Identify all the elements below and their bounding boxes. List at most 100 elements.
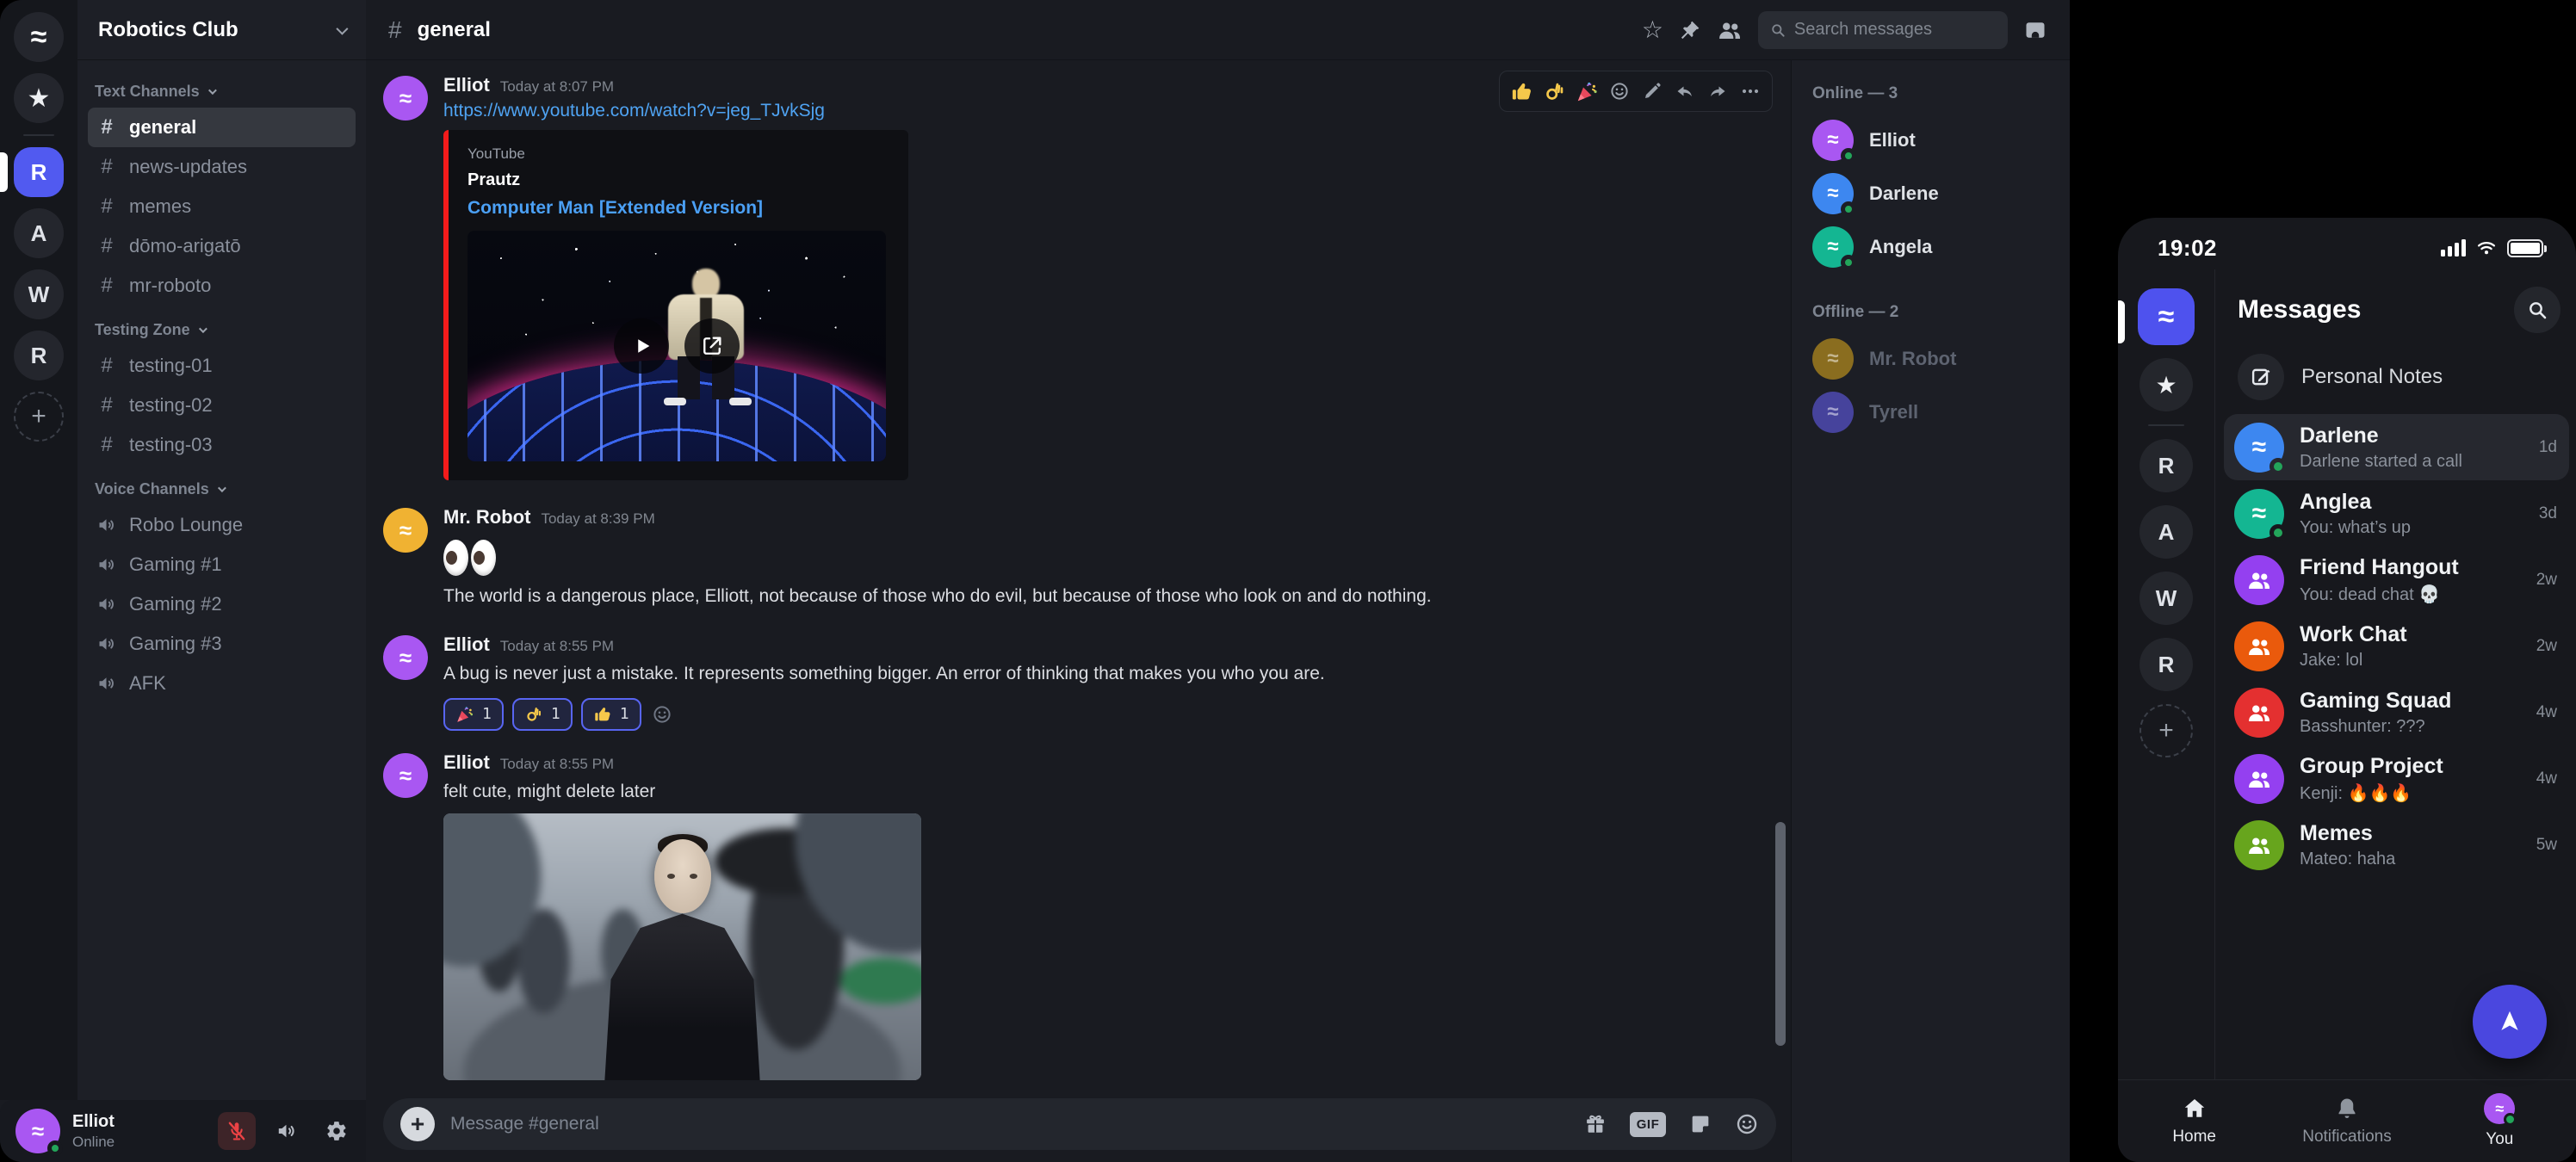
server-r2[interactable]: R: [0, 331, 77, 380]
mr-roboto[interactable]: # mr-roboto: [88, 266, 356, 306]
search-icon: [1770, 22, 1786, 39]
avatar[interactable]: ≈: [15, 1109, 60, 1153]
Robo Lounge[interactable]: Robo Lounge: [88, 505, 356, 545]
section-voice-channels[interactable]: Voice Channels: [95, 480, 349, 498]
server-w[interactable]: W: [0, 269, 77, 319]
Darlene[interactable]: ≈ Darlene: [1807, 167, 2054, 220]
favorites-button[interactable]: ★: [14, 73, 64, 123]
conversation-row[interactable]: Friend Hangout You: dead chat 💀 2w: [2224, 547, 2569, 613]
Angela[interactable]: ≈ Angela: [1807, 220, 2054, 274]
phone-server-w[interactable]: W: [2118, 572, 2214, 625]
message-author[interactable]: Elliot: [443, 634, 490, 656]
memes[interactable]: # memes: [88, 187, 356, 226]
general[interactable]: # general: [88, 108, 356, 147]
phone-server-a[interactable]: A: [2118, 505, 2214, 559]
news-updates[interactable]: # news-updates: [88, 147, 356, 187]
favorite-channel-button[interactable]: ☆: [1642, 18, 1663, 42]
tab-you[interactable]: ≈ You: [2424, 1080, 2576, 1162]
open-external-button[interactable]: [684, 318, 740, 374]
conversation-row[interactable]: Work Chat Jake: lol 2w: [2224, 613, 2569, 679]
emoji-button[interactable]: [1735, 1112, 1759, 1136]
avatar: ≈: [1812, 120, 1854, 161]
ok-hand-reaction-button[interactable]: [1538, 74, 1570, 108]
message-input[interactable]: [450, 1114, 1568, 1134]
Gaming #1[interactable]: Gaming #1: [88, 545, 356, 584]
search-input[interactable]: [1794, 20, 1996, 40]
avatar[interactable]: ≈: [383, 76, 428, 121]
home-server-button[interactable]: ≈: [14, 12, 64, 62]
testing-03[interactable]: # testing-03: [88, 425, 356, 465]
personal-notes-row[interactable]: Personal Notes: [2224, 342, 2569, 412]
reaction-pill[interactable]: 1: [581, 698, 641, 731]
forward-button[interactable]: [1701, 74, 1734, 108]
reply-button[interactable]: [1669, 74, 1701, 108]
phone-server-r2[interactable]: R: [2118, 638, 2214, 691]
Mr. Robot[interactable]: ≈ Mr. Robot: [1807, 332, 2054, 386]
chat-scrollbar[interactable]: [1775, 822, 1786, 1046]
search-button[interactable]: [2514, 287, 2561, 333]
server-r-active[interactable]: R: [0, 147, 77, 197]
home-server-button[interactable]: ≈: [2138, 288, 2195, 345]
section-testing-zone[interactable]: Testing Zone: [95, 321, 349, 339]
favorites-button[interactable]: ★: [2139, 358, 2193, 411]
message-author[interactable]: Elliot: [443, 751, 490, 774]
avatar[interactable]: ≈: [383, 635, 428, 680]
conversation-row[interactable]: Group Project Kenji: 🔥🔥🔥 4w: [2224, 745, 2569, 812]
Gaming #2[interactable]: Gaming #2: [88, 584, 356, 624]
photo-attachment[interactable]: [443, 813, 921, 1080]
message-author[interactable]: Mr. Robot: [443, 506, 530, 528]
add-server-button[interactable]: +: [14, 392, 64, 442]
search-icon: [2527, 300, 2548, 320]
add-server-button[interactable]: +: [2139, 704, 2193, 757]
group-icon: [2246, 700, 2272, 726]
play-button[interactable]: [614, 318, 669, 374]
message-list: ≈ ElliotToday at 8:07 PM https://www.you…: [366, 60, 1791, 1098]
Elliot[interactable]: ≈ Elliot: [1807, 114, 2054, 167]
AFK[interactable]: AFK: [88, 664, 356, 703]
settings-button[interactable]: [318, 1112, 356, 1150]
gift-button[interactable]: [1583, 1112, 1607, 1136]
testing-01[interactable]: # testing-01: [88, 346, 356, 386]
video-thumbnail[interactable]: [468, 231, 886, 461]
conversation-row[interactable]: ≈ Anglea You: what’s up 3d: [2224, 480, 2569, 547]
reaction-pill[interactable]: 1: [512, 698, 573, 731]
conversation-row[interactable]: Memes Mateo: haha 5w: [2224, 812, 2569, 878]
message-author[interactable]: Elliot: [443, 74, 490, 96]
party-reaction-button[interactable]: [1570, 74, 1603, 108]
member-list-toggle-button[interactable]: [1717, 17, 1743, 43]
thumbs-up-reaction-button[interactable]: [1505, 74, 1538, 108]
sticker-button[interactable]: [1688, 1112, 1712, 1136]
active-server-indicator: [0, 152, 8, 192]
upload-button[interactable]: +: [400, 1107, 435, 1141]
signal-icon: [2441, 239, 2466, 257]
tab-home[interactable]: Home: [2118, 1080, 2270, 1162]
gif-button[interactable]: GIF: [1630, 1112, 1666, 1137]
avatar[interactable]: ≈: [383, 753, 428, 798]
mic-muted-button[interactable]: [218, 1112, 256, 1150]
sticker-icon: [1688, 1112, 1712, 1136]
edit-button[interactable]: [1636, 74, 1669, 108]
reaction-pill[interactable]: 1: [443, 698, 504, 731]
add-reaction-button[interactable]: [1603, 74, 1636, 108]
conversation-row[interactable]: Gaming Squad Basshunter: ??? 4w: [2224, 679, 2569, 745]
embed-author[interactable]: Prautz: [468, 170, 889, 190]
embed-title-link[interactable]: Computer Man [Extended Version]: [468, 198, 889, 219]
fab-compose-button[interactable]: [2473, 985, 2547, 1059]
phone-server-r[interactable]: R: [2118, 439, 2214, 492]
search-box[interactable]: [1758, 11, 2008, 49]
server-header[interactable]: Robotics Club: [77, 0, 366, 60]
server-a[interactable]: A: [0, 208, 77, 258]
section-text-channels[interactable]: Text Channels: [95, 83, 349, 101]
pinned-messages-button[interactable]: [1679, 19, 1701, 41]
dōmo-arigatō[interactable]: # dōmo-arigatō: [88, 226, 356, 266]
Tyrell[interactable]: ≈ Tyrell: [1807, 386, 2054, 439]
testing-02[interactable]: # testing-02: [88, 386, 356, 425]
tab-notifications[interactable]: Notifications: [2270, 1080, 2423, 1162]
add-reaction-button[interactable]: [652, 704, 672, 725]
avatar[interactable]: ≈: [383, 508, 428, 553]
inbox-button[interactable]: [2023, 18, 2047, 42]
conversation-row[interactable]: ≈ Darlene Darlene started a call 1d: [2224, 414, 2569, 480]
Gaming #3[interactable]: Gaming #3: [88, 624, 356, 664]
deafen-button[interactable]: [268, 1112, 306, 1150]
more-button[interactable]: [1734, 74, 1767, 108]
